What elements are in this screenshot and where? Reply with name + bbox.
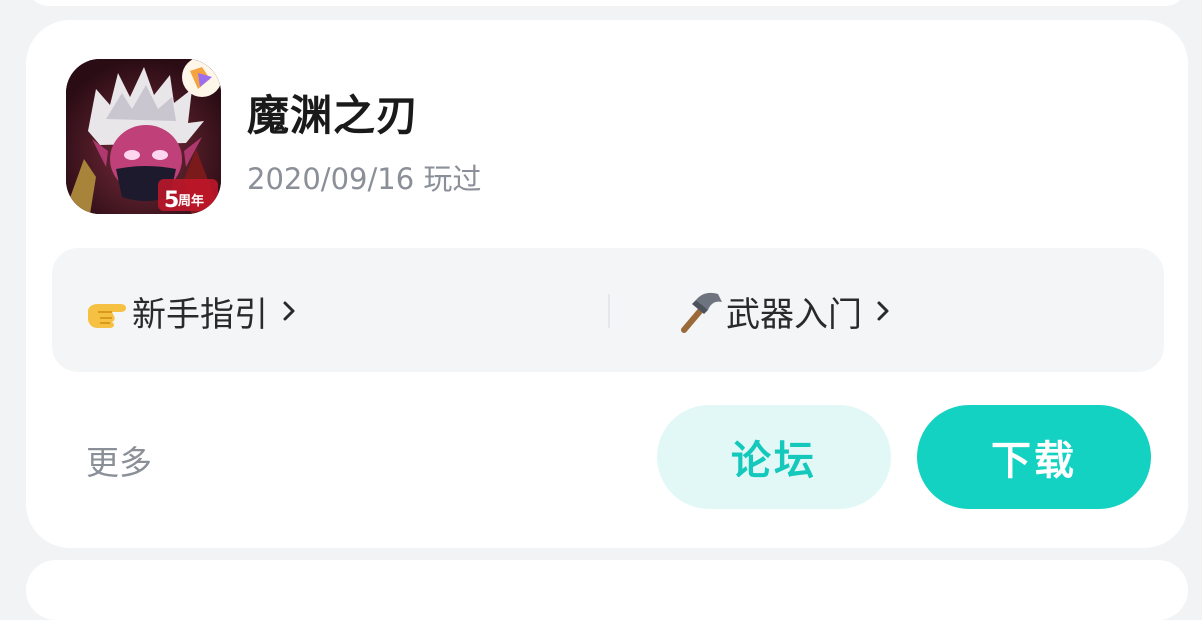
pointing-hand-emoji [88,304,126,328]
game-title[interactable]: 魔渊之刃 [247,82,419,143]
more-button[interactable]: 更多 [86,436,152,484]
previous-card-edge [26,0,1188,6]
guide-links-panel: 新手指引 武器入门 [52,248,1164,372]
hammer-emoji [681,292,722,333]
guide-label-beginner: 新手指引 [132,294,268,335]
last-played-date: 2020/09/16 玩过 [247,162,482,196]
guide-label-weapons: 武器入门 [726,294,862,335]
next-card-edge [26,560,1188,620]
chevron-right-icon [877,301,889,321]
svg-text:周年: 周年 [178,193,204,209]
game-card: 5 周年 魔渊之刃 2020/09/16 玩过 新手指引 武器入门 更多 论坛 … [26,20,1188,548]
download-button[interactable]: 下载 [917,405,1151,509]
guide-link-beginner[interactable]: 新手指引 [84,288,296,335]
guide-link-weapons[interactable]: 武器入门 [678,288,890,335]
guide-divider [608,294,610,328]
forum-button[interactable]: 论坛 [657,405,891,509]
chevron-right-icon [283,301,295,321]
game-cover-icon[interactable]: 5 周年 [66,59,221,214]
